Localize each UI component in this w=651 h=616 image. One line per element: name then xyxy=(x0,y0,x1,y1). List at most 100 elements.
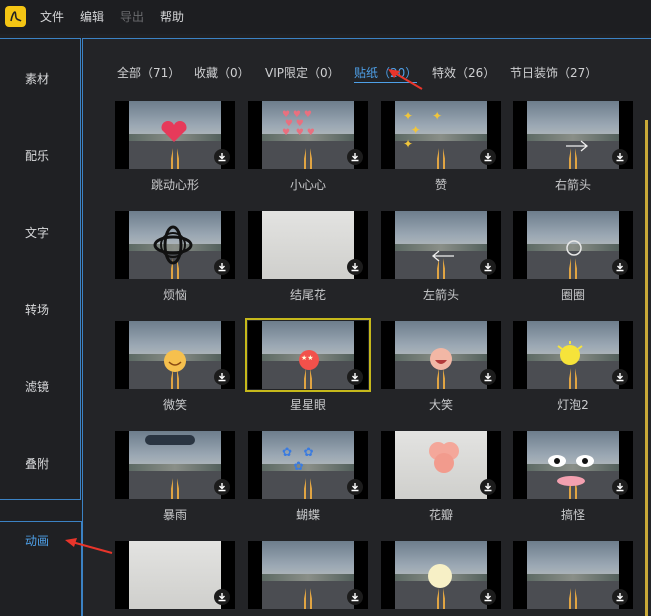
sticker-thumbnail xyxy=(395,211,487,279)
sticker-card[interactable] xyxy=(513,211,633,279)
sticker-card[interactable] xyxy=(248,211,368,279)
sticker-caption: 星星眼 xyxy=(289,398,326,412)
menu-file[interactable]: 文件 xyxy=(40,0,64,34)
sticker-thumbnail xyxy=(129,211,221,279)
sticker-card[interactable] xyxy=(513,431,633,499)
sticker-caption: 蝴蝶 xyxy=(295,508,320,522)
download-icon[interactable] xyxy=(480,369,496,385)
sticker-thumbnail: ♥ ♥ ♥ ♥ ♥ ♥ ♥ ♥ xyxy=(262,101,354,169)
menu-edit[interactable]: 编辑 xyxy=(80,0,104,34)
download-icon[interactable] xyxy=(480,479,496,495)
sticker-card[interactable] xyxy=(115,541,235,609)
sticker-card[interactable] xyxy=(115,431,235,499)
sidebar-item-music[interactable]: 配乐 xyxy=(0,136,80,176)
app-logo-icon xyxy=(5,6,26,27)
sticker-thumbnail xyxy=(527,541,619,609)
sticker-card[interactable]: ✦ ✦ ✦ ✦ xyxy=(381,101,501,169)
download-icon[interactable] xyxy=(480,259,496,275)
download-icon[interactable] xyxy=(480,149,496,165)
download-icon[interactable] xyxy=(612,479,628,495)
download-icon[interactable] xyxy=(612,259,628,275)
sticker-thumbnail xyxy=(129,431,221,499)
download-icon[interactable] xyxy=(347,149,363,165)
sticker-card[interactable] xyxy=(248,541,368,609)
download-icon[interactable] xyxy=(214,259,230,275)
sticker-caption: 搞怪 xyxy=(560,508,585,522)
sticker-card[interactable] xyxy=(513,541,633,609)
download-icon[interactable] xyxy=(347,259,363,275)
sticker-card[interactable]: ✿ ✿ ✿ xyxy=(248,431,368,499)
tab-holiday-decor[interactable]: 节日装饰（27） xyxy=(510,64,597,82)
sticker-card[interactable] xyxy=(381,321,501,389)
sticker-caption: 微笑 xyxy=(162,398,187,412)
sidebar-frame xyxy=(0,38,81,500)
annotation-arrow-icon xyxy=(65,538,113,554)
sidebar-item-transition[interactable]: 转场 xyxy=(0,290,80,330)
sticker-caption: 小心心 xyxy=(289,178,326,192)
sticker-thumbnail xyxy=(527,431,619,499)
download-icon[interactable] xyxy=(612,589,628,605)
download-icon[interactable] xyxy=(480,589,496,605)
sticker-thumbnail: ★★ xyxy=(262,321,354,389)
sticker-caption: 跳动心形 xyxy=(150,178,199,192)
download-icon[interactable] xyxy=(347,589,363,605)
sticker-caption: 烦恼 xyxy=(162,288,187,302)
sticker-card[interactable] xyxy=(115,211,235,279)
download-icon[interactable] xyxy=(612,149,628,165)
sticker-card[interactable] xyxy=(513,321,633,389)
sticker-card[interactable]: ♥ ♥ ♥ ♥ ♥ ♥ ♥ ♥ xyxy=(248,101,368,169)
menu-export[interactable]: 导出 xyxy=(120,0,144,34)
tab-effects[interactable]: 特效（26） xyxy=(432,64,495,82)
sticker-thumbnail xyxy=(262,541,354,609)
sidebar-item-label: 叠附 xyxy=(25,457,50,471)
sticker-thumbnail xyxy=(129,101,221,169)
scrollbar[interactable] xyxy=(645,120,648,616)
download-icon[interactable] xyxy=(612,369,628,385)
sticker-thumbnail xyxy=(129,321,221,389)
sidebar-item-material[interactable]: 素材 xyxy=(0,59,80,99)
download-icon[interactable] xyxy=(214,369,230,385)
tab-favorites[interactable]: 收藏（0） xyxy=(194,64,250,82)
sidebar-item-label: 动画 xyxy=(25,534,50,548)
download-icon[interactable] xyxy=(347,479,363,495)
sticker-thumbnail xyxy=(527,211,619,279)
svg-text:★★: ★★ xyxy=(301,354,314,362)
download-icon[interactable] xyxy=(214,479,230,495)
sticker-thumbnail xyxy=(527,101,619,169)
sticker-card[interactable] xyxy=(115,101,235,169)
menu-bar: 文件 编辑 导出 帮助 xyxy=(0,0,651,34)
sticker-thumbnail xyxy=(395,321,487,389)
sticker-card[interactable] xyxy=(513,101,633,169)
sticker-caption: 结尾花 xyxy=(289,288,326,302)
tab-all[interactable]: 全部（71） xyxy=(117,64,180,82)
sticker-thumbnail: ✦ ✦ ✦ ✦ xyxy=(395,101,487,169)
sticker-card[interactable] xyxy=(381,211,501,279)
download-icon[interactable] xyxy=(347,369,363,385)
download-icon[interactable] xyxy=(214,149,230,165)
sticker-thumbnail xyxy=(395,431,487,499)
sidebar-item-label: 素材 xyxy=(25,72,50,86)
sticker-caption: 右箭头 xyxy=(554,178,591,192)
sticker-thumbnail xyxy=(262,211,354,279)
sidebar-item-overlay[interactable]: 叠附 xyxy=(0,444,80,484)
sticker-caption: 赞 xyxy=(434,178,447,192)
sticker-card[interactable] xyxy=(381,431,501,499)
sticker-thumbnail xyxy=(395,541,487,609)
sticker-caption: 圈圈 xyxy=(560,288,585,302)
annotation-arrow-icon xyxy=(388,69,423,90)
sidebar-item-label: 转场 xyxy=(25,303,50,317)
download-icon[interactable] xyxy=(214,589,230,605)
sticker-card[interactable] xyxy=(381,541,501,609)
sticker-card[interactable]: ★★ xyxy=(245,318,371,392)
sticker-caption: 灯泡2 xyxy=(557,398,589,412)
sidebar-item-text[interactable]: 文字 xyxy=(0,213,80,253)
menu-help[interactable]: 帮助 xyxy=(160,0,184,34)
sidebar-item-filter[interactable]: 滤镜 xyxy=(0,367,80,407)
tab-vip[interactable]: VIP限定（0） xyxy=(265,64,340,82)
sidebar-item-label: 文字 xyxy=(25,226,50,240)
sticker-caption: 大笑 xyxy=(428,398,453,412)
sticker-card[interactable] xyxy=(115,321,235,389)
sidebar-item-label: 滤镜 xyxy=(25,380,50,394)
sticker-caption: 花瓣 xyxy=(428,508,453,522)
sidebar-item-label: 配乐 xyxy=(25,149,50,163)
